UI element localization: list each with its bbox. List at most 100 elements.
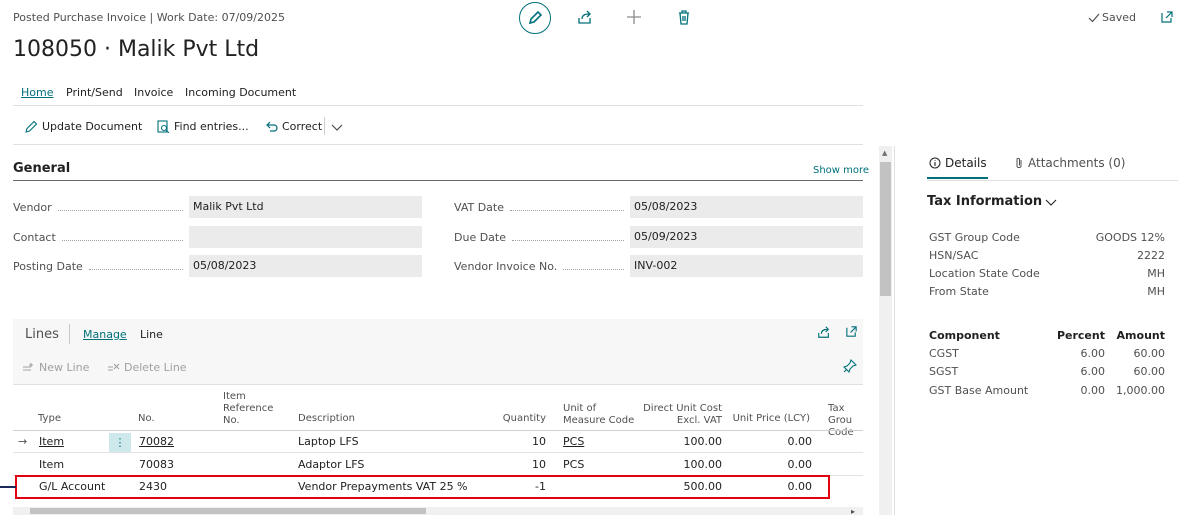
col-item-reference-no[interactable]: Item Reference No. — [223, 391, 273, 427]
row-unit-price[interactable]: 0.00 — [732, 431, 813, 453]
tab-print-send[interactable]: Print/Send — [66, 86, 123, 99]
row-direct-cost[interactable]: 100.00 — [642, 454, 723, 476]
delete-button[interactable] — [676, 9, 692, 25]
tab-invoice[interactable]: Invoice — [134, 86, 173, 99]
amount-header: Amount — [1116, 329, 1165, 342]
due-date-field[interactable]: 05/09/2023 — [630, 226, 863, 248]
tax-information-header[interactable]: Tax Information — [927, 194, 1057, 209]
col-no[interactable]: No. — [138, 413, 155, 425]
row-menu-icon[interactable]: ⋮ — [109, 433, 131, 452]
contact-label-row: Contact — [13, 226, 189, 248]
share-button[interactable] — [577, 9, 593, 25]
delete-line-button[interactable]: Delete Line — [107, 361, 187, 374]
find-entries-label: Find entries... — [174, 120, 249, 133]
col-unit-of-measure[interactable]: Unit of Measure Code — [563, 403, 634, 427]
breadcrumb: Posted Purchase Invoice | Work Date: 07/… — [13, 11, 285, 24]
info-icon — [929, 157, 941, 169]
lines-title: Lines — [25, 327, 59, 342]
correct-button[interactable]: Correct — [265, 120, 322, 133]
tax-row-value: 2222 — [1137, 249, 1165, 262]
col-description[interactable]: Description — [298, 413, 355, 425]
pencil-icon — [25, 120, 38, 133]
col-quantity[interactable]: Quantity — [496, 413, 546, 425]
col-type[interactable]: Type — [38, 413, 61, 425]
paperclip-icon — [1016, 157, 1022, 168]
row-uom[interactable]: PCS — [563, 454, 584, 476]
component-amount: 1,000.00 — [1116, 384, 1165, 397]
component-percent: 6.00 — [1080, 347, 1106, 360]
trash-icon — [679, 10, 689, 25]
component-row: GST Base Amount 0.00 1,000.00 — [929, 382, 1165, 400]
row-no[interactable]: 70083 — [139, 454, 174, 476]
pin-columns-button[interactable] — [842, 358, 858, 376]
vertical-scrollbar-thumb[interactable] — [880, 162, 891, 296]
edit-button[interactable] — [519, 2, 551, 34]
table-row[interactable]: → Item ⋮ 70082 Laptop LFS 10 PCS 100.00 … — [13, 431, 863, 453]
tax-row-label: HSN/SAC — [929, 249, 979, 262]
tab-details[interactable]: Details — [929, 156, 987, 170]
find-entries-button[interactable]: Find entries... — [157, 120, 249, 133]
general-underline — [13, 180, 863, 181]
vendor-invoice-no-label: Vendor Invoice No. — [454, 259, 558, 273]
saved-label: Saved — [1102, 11, 1136, 24]
component-percent: 6.00 — [1080, 365, 1106, 378]
lines-divider — [69, 324, 70, 344]
row-description[interactable]: Adaptor LFS — [298, 454, 364, 476]
action-divider-line — [13, 144, 863, 145]
tab-home[interactable]: Home — [21, 86, 53, 99]
tab-attachments-label: Attachments (0) — [1028, 156, 1126, 170]
tab-attachments[interactable]: Attachments (0) — [1014, 156, 1125, 170]
pin-icon — [842, 358, 858, 374]
open-new-window-button[interactable] — [1160, 10, 1174, 24]
grid-top-border — [13, 384, 863, 385]
lines-share-button[interactable] — [817, 325, 831, 342]
highlight-box — [15, 475, 830, 499]
vat-date-label-row: VAT Date — [454, 196, 630, 218]
row-no[interactable]: 70082 — [139, 431, 174, 453]
row-description[interactable]: Laptop LFS — [298, 431, 359, 453]
row-quantity[interactable]: 10 — [496, 431, 546, 453]
tax-information-title: Tax Information — [927, 194, 1043, 209]
col-unit-price[interactable]: Unit Price (LCY) — [730, 413, 810, 425]
vat-date-field[interactable]: 05/08/2023 — [630, 196, 863, 218]
scroll-right-icon[interactable]: ▸ — [851, 507, 855, 515]
component-percent: 0.00 — [1080, 384, 1106, 397]
component-name: CGST — [929, 347, 959, 360]
chevron-down-icon — [331, 124, 343, 131]
find-entries-icon — [157, 120, 170, 133]
row-direct-cost[interactable]: 100.00 — [642, 431, 723, 453]
new-line-button[interactable]: New Line — [22, 361, 89, 374]
tax-row-label: Location State Code — [929, 267, 1040, 280]
plus-icon — [627, 10, 641, 24]
row-type[interactable]: Item — [39, 431, 64, 453]
vendor-invoice-no-label-row: Vendor Invoice No. — [454, 255, 630, 277]
row-unit-price[interactable]: 0.00 — [732, 454, 813, 476]
posting-date-field[interactable]: 05/08/2023 — [189, 255, 422, 277]
contact-field[interactable] — [189, 226, 422, 248]
row-uom[interactable]: PCS — [563, 431, 584, 453]
table-row[interactable]: Item 70083 Adaptor LFS 10 PCS 100.00 0.0… — [13, 454, 863, 476]
show-more-link[interactable]: Show more — [813, 165, 869, 176]
popout-icon — [1161, 11, 1173, 23]
component-header-row: Component Percent Amount — [929, 327, 1165, 345]
row-selected-arrow-icon: → — [18, 435, 28, 448]
vendor-label: Vendor — [13, 200, 52, 214]
vendor-invoice-no-field[interactable]: INV-002 — [630, 255, 863, 277]
tax-row-value: MH — [1147, 285, 1165, 298]
lines-expand-button[interactable] — [845, 325, 858, 341]
component-row: CGST 6.00 60.00 — [929, 345, 1165, 363]
col-direct-unit-cost[interactable]: Direct Unit Cost Excl. VAT — [642, 403, 722, 427]
vendor-field[interactable]: Malik Pvt Ltd — [189, 196, 422, 218]
scroll-up-icon[interactable]: ▲ — [882, 149, 887, 157]
update-document-button[interactable]: Update Document — [25, 120, 142, 133]
row-quantity[interactable]: 10 — [496, 454, 546, 476]
undo-icon — [266, 121, 278, 132]
tab-incoming-document[interactable]: Incoming Document — [185, 86, 296, 99]
tab-line[interactable]: Line — [140, 328, 163, 341]
more-actions-button[interactable] — [331, 122, 343, 135]
general-title: General — [13, 161, 71, 176]
new-button[interactable] — [626, 9, 642, 25]
horizontal-scrollbar-thumb[interactable] — [30, 508, 426, 514]
tab-manage[interactable]: Manage — [83, 328, 127, 341]
row-type[interactable]: Item — [39, 454, 64, 476]
